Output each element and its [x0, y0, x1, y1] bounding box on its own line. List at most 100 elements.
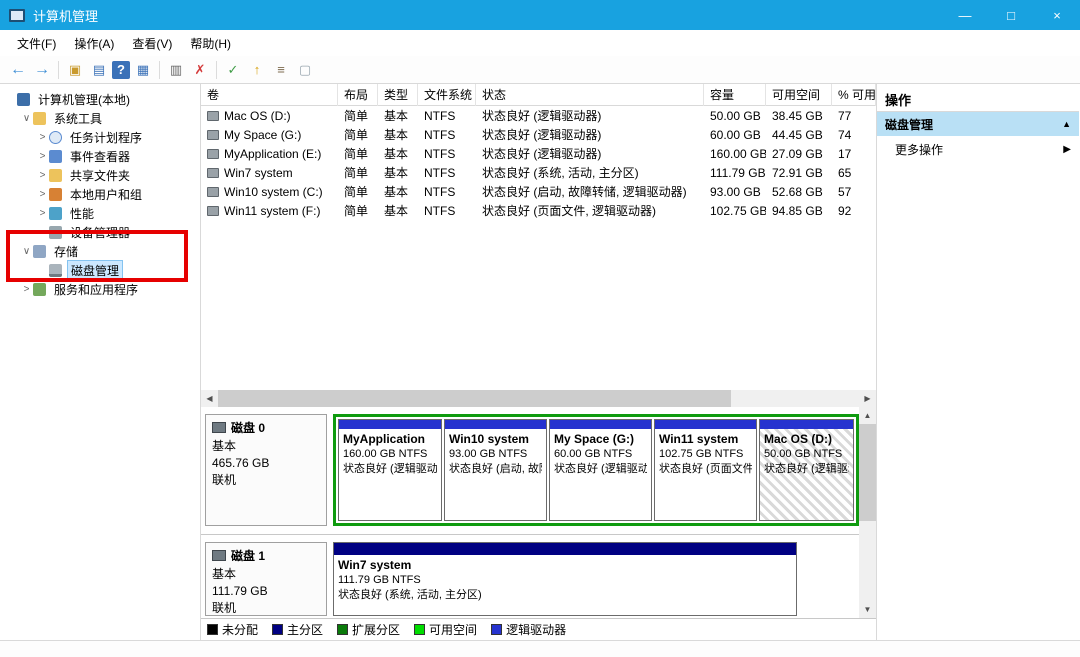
expand-arrow[interactable]: > — [36, 208, 49, 219]
menu-bar: 文件(F) 操作(A) 查看(V) 帮助(H) — [0, 30, 1080, 56]
column-header-layout[interactable]: 布局 — [338, 84, 378, 106]
volume-layout: 简单 — [338, 163, 378, 182]
tree-item-local-users-groups[interactable]: > 本地用户和组 — [0, 185, 200, 204]
menu-help[interactable]: 帮助(H) — [181, 32, 240, 55]
volume-type: 基本 — [378, 125, 418, 144]
expand-arrow[interactable]: > — [36, 151, 49, 162]
volume-row[interactable]: MyApplication (E:) 简单 基本 NTFS 状态良好 (逻辑驱动… — [201, 144, 876, 163]
scroll-left-button[interactable]: ◀ — [201, 390, 218, 407]
scroll-right-button[interactable]: ▶ — [859, 390, 876, 407]
scrollbar-thumb[interactable] — [218, 390, 731, 407]
console-tree: 计算机管理(本地) ∨ 系统工具 > 任务计划程序 > 事件查看器 > 共享文件… — [0, 84, 201, 640]
actions-more-actions[interactable]: 更多操作 ▶ — [877, 136, 1079, 162]
disk-1-row: 磁盘 1 基本 111.79 GB 联机 Win7 system 111.79 … — [201, 535, 876, 618]
volume-type: 基本 — [378, 106, 418, 125]
volume-status: 状态良好 (页面文件, 逻辑驱动器) — [476, 201, 704, 220]
expand-arrow[interactable]: > — [36, 170, 49, 181]
expand-arrow[interactable]: ∨ — [20, 113, 33, 124]
tree-item-shared-folders[interactable]: > 共享文件夹 — [0, 166, 200, 185]
volume-capacity: 93.00 GB — [704, 182, 766, 201]
column-header-percent-free[interactable]: % 可用空间 — [832, 84, 876, 106]
volume-row[interactable]: Win11 system (F:) 简单 基本 NTFS 状态良好 (页面文件,… — [201, 201, 876, 220]
legend-swatch-extended — [337, 624, 348, 635]
maximize-button[interactable]: □ — [988, 0, 1034, 30]
console-pane-icon[interactable]: ▦ — [132, 59, 154, 81]
up-level-icon[interactable]: ↑ — [246, 59, 268, 81]
console-window-icon[interactable]: ▣ — [64, 59, 86, 81]
menu-action[interactable]: 操作(A) — [65, 32, 123, 55]
volume-row[interactable]: Win10 system (C:) 简单 基本 NTFS 状态良好 (启动, 故… — [201, 182, 876, 201]
partition-name: MyApplication — [343, 431, 437, 447]
tree-item-computer-management[interactable]: 计算机管理(本地) — [0, 90, 200, 109]
menu-file[interactable]: 文件(F) — [8, 32, 65, 55]
scrollbar-track[interactable] — [859, 424, 876, 601]
tree-item-task-scheduler[interactable]: > 任务计划程序 — [0, 128, 200, 147]
script-icon[interactable]: ≡ — [270, 59, 292, 81]
column-header-filesystem[interactable]: 文件系统 — [418, 84, 476, 106]
partition-win7-system[interactable]: Win7 system 111.79 GB NTFS 状态良好 (系统, 活动,… — [333, 542, 797, 616]
back-icon[interactable]: ← — [7, 59, 29, 81]
volume-icon — [207, 130, 219, 140]
new-window-icon[interactable]: ▢ — [294, 59, 316, 81]
tree-item-services-applications[interactable]: > 服务和应用程序 — [0, 280, 200, 299]
toolbar-separator — [58, 61, 59, 79]
partition-win10-system[interactable]: Win10 system 93.00 GB NTFS 状态良好 (启动, 故障转… — [444, 419, 547, 521]
partition-my-space[interactable]: My Space (G:) 60.00 GB NTFS 状态良好 (逻辑驱动器) — [549, 419, 652, 521]
partition-legend: 未分配 主分区 扩展分区 可用空间 逻辑驱动器 — [201, 618, 876, 640]
tree-item-event-viewer[interactable]: > 事件查看器 — [0, 147, 200, 166]
delete-icon[interactable]: ✗ — [189, 59, 211, 81]
column-header-volume[interactable]: 卷 — [201, 84, 338, 106]
tree-item-system-tools[interactable]: ∨ 系统工具 — [0, 109, 200, 128]
clock-icon — [49, 131, 62, 144]
column-header-free-space[interactable]: 可用空间 — [766, 84, 832, 106]
scrollbar-thumb[interactable] — [859, 424, 876, 521]
close-button[interactable]: × — [1034, 0, 1080, 30]
volume-layout: 简单 — [338, 182, 378, 201]
tree-item-label: 计算机管理(本地) — [35, 90, 133, 109]
volume-row[interactable]: Mac OS (D:) 简单 基本 NTFS 状态良好 (逻辑驱动器) 50.0… — [201, 106, 876, 125]
horizontal-scrollbar[interactable]: ◀ ▶ — [201, 390, 876, 407]
disk-1-info[interactable]: 磁盘 1 基本 111.79 GB 联机 — [205, 542, 327, 616]
window-title: 计算机管理 — [33, 6, 98, 25]
help-icon[interactable]: ? — [112, 61, 130, 79]
export-list-icon[interactable]: ▥ — [165, 59, 187, 81]
expand-arrow[interactable]: > — [36, 189, 49, 200]
volume-row[interactable]: Win7 system 简单 基本 NTFS 状态良好 (系统, 活动, 主分区… — [201, 163, 876, 182]
forward-icon[interactable]: → — [31, 59, 53, 81]
minimize-button[interactable]: — — [942, 0, 988, 30]
disk-0-info[interactable]: 磁盘 0 基本 465.76 GB 联机 — [205, 414, 327, 526]
vertical-scrollbar[interactable]: ▲ ▼ — [859, 407, 876, 618]
expand-arrow[interactable]: > — [20, 284, 33, 295]
expand-arrow[interactable]: > — [36, 132, 49, 143]
legend-label: 可用空间 — [429, 621, 477, 638]
actions-disk-management[interactable]: 磁盘管理 ▲ — [877, 112, 1079, 136]
scrollbar-track[interactable] — [218, 390, 859, 407]
extended-partition-frame: MyApplication 160.00 GB NTFS 状态良好 (逻辑驱动器… — [333, 414, 859, 526]
tree-item-disk-management[interactable]: 磁盘管理 — [0, 261, 200, 280]
column-header-type[interactable]: 类型 — [378, 84, 418, 106]
partition-name: Mac OS (D:) — [764, 431, 849, 447]
tree-item-storage[interactable]: ∨ 存储 — [0, 242, 200, 261]
menu-view[interactable]: 查看(V) — [123, 32, 181, 55]
volume-percent-free: 92 — [832, 201, 876, 220]
partition-myapplication[interactable]: MyApplication 160.00 GB NTFS 状态良好 (逻辑驱动器… — [338, 419, 442, 521]
volume-free: 44.45 GB — [766, 125, 832, 144]
partition-win11-system[interactable]: Win11 system 102.75 GB NTFS 状态良好 (页面文件, … — [654, 419, 757, 521]
volume-row[interactable]: My Space (G:) 简单 基本 NTFS 状态良好 (逻辑驱动器) 60… — [201, 125, 876, 144]
column-header-status[interactable]: 状态 — [476, 84, 704, 106]
partition-color-bar — [445, 420, 546, 429]
partition-color-bar — [760, 420, 853, 429]
properties-icon[interactable]: ✓ — [222, 59, 244, 81]
disk-icon — [212, 422, 226, 433]
partition-mac-os-selected[interactable]: Mac OS (D:) 50.00 GB NTFS 状态良好 (逻辑驱动器) — [759, 419, 854, 521]
collapse-icon[interactable]: ▲ — [1062, 119, 1071, 129]
scroll-down-button[interactable]: ▼ — [859, 601, 876, 618]
tree-item-device-manager[interactable]: 设备管理器 — [0, 223, 200, 242]
tree-item-label: 服务和应用程序 — [51, 280, 141, 299]
tree-item-performance[interactable]: > 性能 — [0, 204, 200, 223]
expand-arrow[interactable]: ∨ — [20, 246, 33, 257]
column-header-capacity[interactable]: 容量 — [704, 84, 766, 106]
scroll-up-button[interactable]: ▲ — [859, 407, 876, 424]
list-view-icon[interactable]: ▤ — [88, 59, 110, 81]
legend-item: 可用空间 — [414, 621, 477, 638]
